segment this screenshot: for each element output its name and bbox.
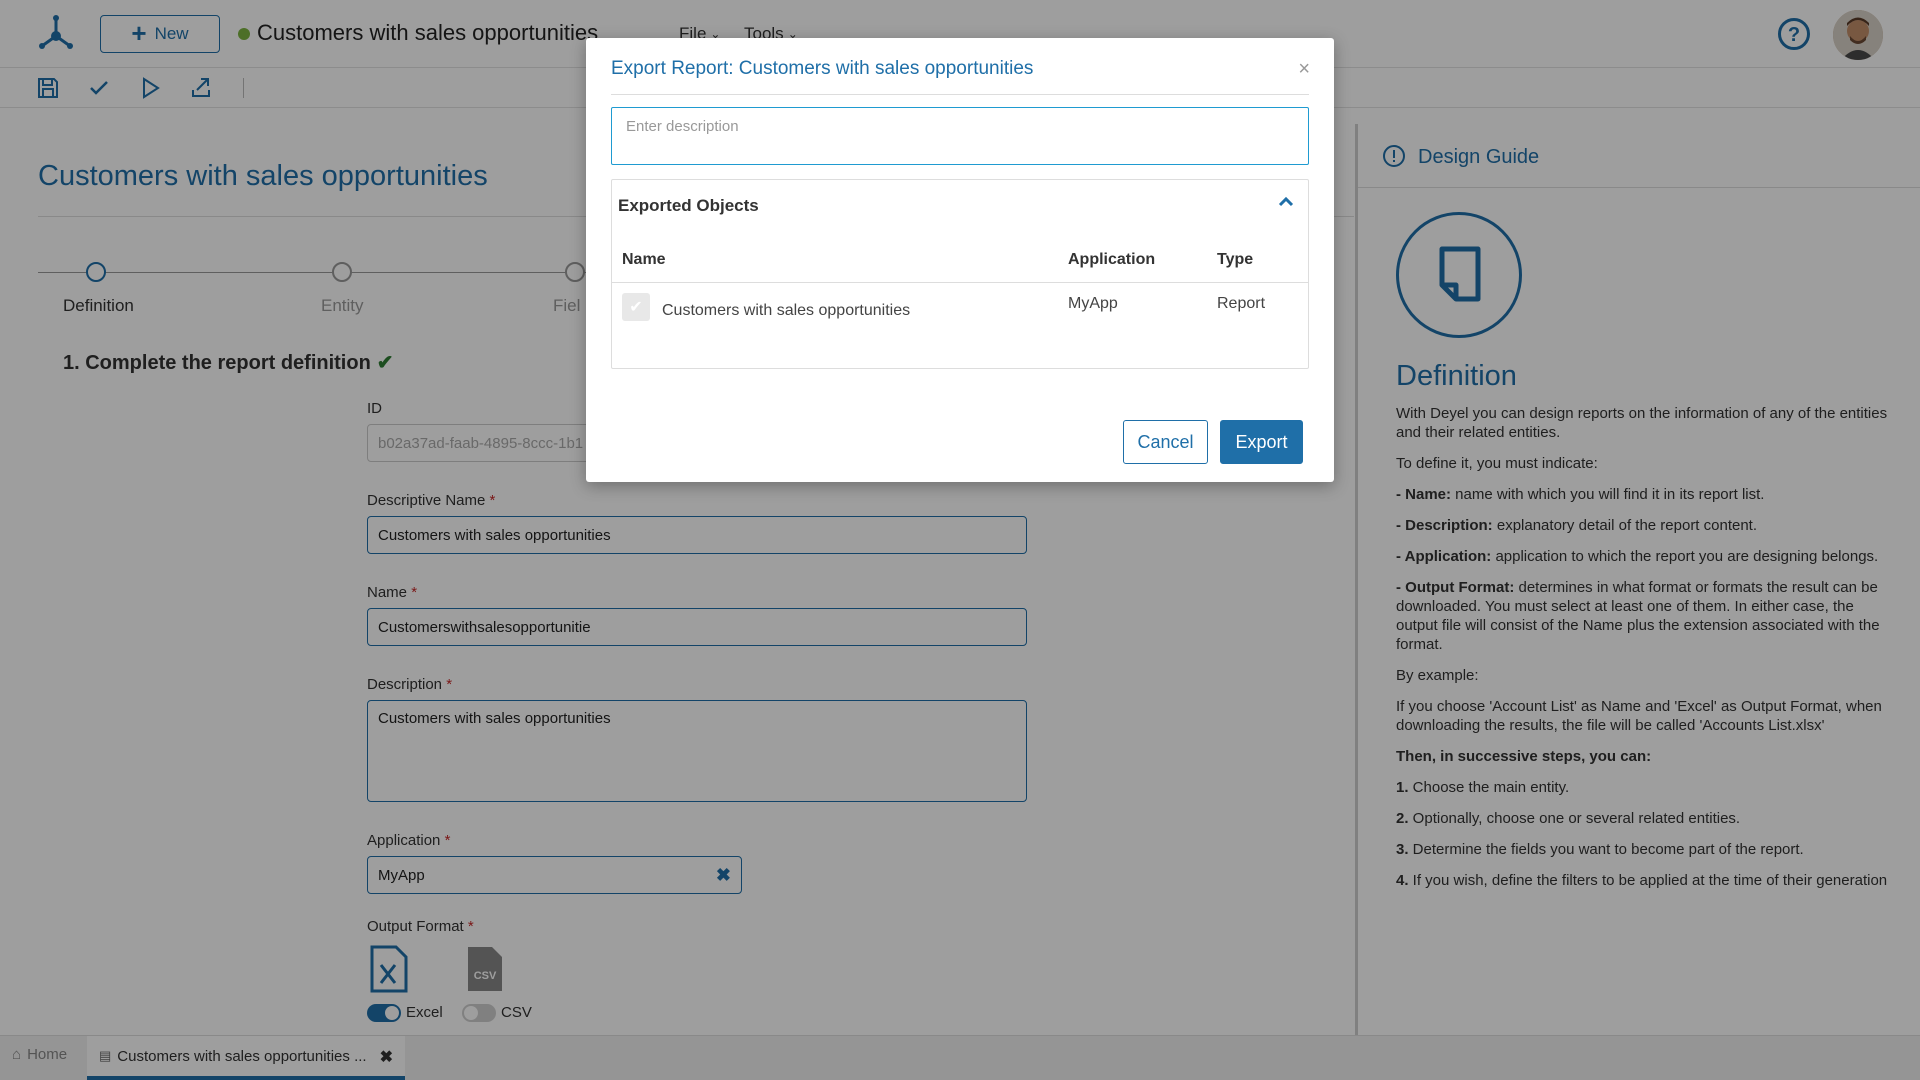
checkmark-icon: ✔ — [629, 299, 643, 316]
export-report-dialog: Export Report: Customers with sales oppo… — [586, 38, 1334, 482]
column-header-application: Application — [1068, 251, 1156, 268]
row-name: Customers with sales opportunities — [662, 302, 911, 319]
export-button[interactable]: Export — [1220, 420, 1303, 464]
row-application: MyApp — [1068, 295, 1118, 312]
dialog-divider — [611, 94, 1309, 95]
table-header-divider — [612, 282, 1308, 283]
export-description-input[interactable]: Enter description — [611, 107, 1309, 165]
column-header-name: Name — [622, 251, 666, 268]
close-icon[interactable]: × — [1298, 58, 1310, 81]
dialog-title: Export Report: Customers with sales oppo… — [611, 58, 1034, 79]
chevron-up-icon[interactable] — [1276, 192, 1296, 212]
exported-objects-panel: Exported Objects Name Application Type ✔… — [611, 179, 1309, 369]
row-type: Report — [1217, 295, 1266, 312]
column-header-type: Type — [1217, 251, 1254, 268]
exported-objects-title: Exported Objects — [618, 196, 759, 215]
cancel-button[interactable]: Cancel — [1123, 420, 1208, 464]
row-checkbox[interactable]: ✔ — [622, 293, 650, 321]
